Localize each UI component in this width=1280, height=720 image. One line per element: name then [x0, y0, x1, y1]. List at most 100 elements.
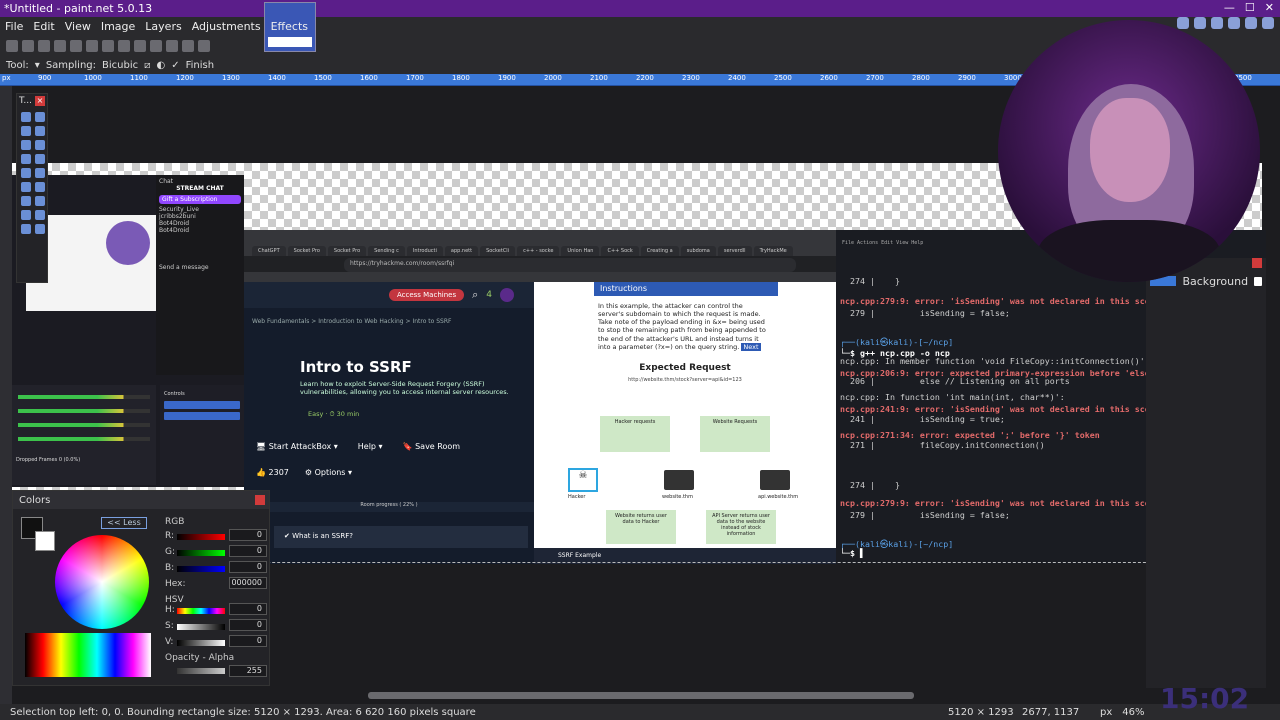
- green-value[interactable]: 0: [229, 545, 267, 557]
- browser-tab[interactable]: C++ Sock: [601, 246, 639, 256]
- gradient-icon[interactable]: [35, 168, 45, 178]
- hex-value[interactable]: 000000: [229, 577, 267, 589]
- color-picker-icon[interactable]: [35, 196, 45, 206]
- access-machines-button[interactable]: Access Machines: [388, 289, 465, 301]
- minimize-button[interactable]: —: [1224, 1, 1235, 14]
- ruler-icon[interactable]: [198, 40, 210, 52]
- hue-value[interactable]: 0: [229, 603, 267, 615]
- horizontal-scrollbar[interactable]: [368, 692, 914, 699]
- alpha-slider[interactable]: [177, 668, 225, 674]
- browser-tab[interactable]: TryHackMe: [753, 246, 793, 256]
- antialias-icon[interactable]: ⧄: [144, 60, 150, 71]
- help-icon[interactable]: [1262, 17, 1274, 29]
- likes-count[interactable]: 👍 2307: [256, 468, 289, 477]
- crop-icon[interactable]: [118, 40, 130, 52]
- magic-wand-icon[interactable]: [21, 154, 31, 164]
- browser-tab[interactable]: Introducti: [406, 246, 443, 256]
- saturation-value[interactable]: 0: [229, 619, 267, 631]
- gift-sub-button[interactable]: Gift a Subscription: [159, 195, 241, 204]
- layer-visibility-checkbox[interactable]: [1254, 276, 1262, 286]
- blend-mode-icon[interactable]: ◐: [157, 60, 166, 71]
- close-icon[interactable]: ×: [35, 96, 45, 106]
- text-icon[interactable]: [21, 224, 31, 234]
- settings-icon[interactable]: [1245, 17, 1257, 29]
- stop-recording-button[interactable]: [164, 412, 240, 420]
- paste-icon[interactable]: [102, 40, 114, 52]
- red-value[interactable]: 0: [229, 529, 267, 541]
- recolor-icon[interactable]: [35, 210, 45, 220]
- unit-selector[interactable]: px: [1100, 707, 1112, 718]
- blue-slider[interactable]: [177, 566, 225, 572]
- options-button[interactable]: ⚙ Options ▾: [305, 468, 352, 477]
- deselect-icon[interactable]: [134, 40, 146, 52]
- browser-tab[interactable]: serverdll: [717, 246, 752, 256]
- stop-streaming-button[interactable]: [164, 401, 240, 409]
- user-avatar[interactable]: [500, 288, 514, 302]
- close-button[interactable]: ✕: [1265, 1, 1274, 14]
- menu-layers[interactable]: Layers: [140, 20, 186, 33]
- zoom-icon[interactable]: [35, 140, 45, 150]
- menu-image[interactable]: Image: [96, 20, 140, 33]
- task-accordion[interactable]: ✔ What is an SSRF?: [274, 526, 528, 548]
- browser-tab[interactable]: Socket Pro: [327, 246, 367, 256]
- maximize-button[interactable]: ☐: [1245, 1, 1255, 14]
- browser-tab[interactable]: Sending c: [368, 246, 405, 256]
- save-icon[interactable]: [38, 40, 50, 52]
- green-slider[interactable]: [177, 550, 225, 556]
- print-icon[interactable]: [54, 40, 66, 52]
- pan-icon[interactable]: [35, 154, 45, 164]
- menu-file[interactable]: File: [0, 20, 28, 33]
- less-button[interactable]: << Less: [101, 517, 147, 529]
- paintbrush-icon[interactable]: [21, 182, 31, 192]
- browser-tab[interactable]: ChatGPT: [252, 246, 286, 256]
- menu-adjustments[interactable]: Adjustments: [187, 20, 266, 33]
- hue-slider[interactable]: [177, 608, 225, 614]
- colors-toggle-icon[interactable]: [1228, 17, 1240, 29]
- saturation-slider[interactable]: [177, 624, 225, 630]
- blue-value[interactable]: 0: [229, 561, 267, 573]
- zoom-level[interactable]: 46%: [1122, 707, 1144, 718]
- palette-swatches[interactable]: [25, 633, 151, 677]
- sampling-dropdown[interactable]: Bicubic: [102, 60, 138, 71]
- search-icon[interactable]: ⌕: [472, 288, 478, 302]
- tool-dropdown[interactable]: ▾: [35, 60, 40, 71]
- browser-tab[interactable]: Union Han: [561, 246, 600, 256]
- finish-button[interactable]: Finish: [186, 60, 214, 71]
- browser-tab[interactable]: Creating a: [640, 246, 679, 256]
- rectangle-select-icon[interactable]: [21, 112, 31, 122]
- tools-toggle-icon[interactable]: [1177, 17, 1189, 29]
- secondary-color-swatch[interactable]: [35, 531, 55, 551]
- browser-tab[interactable]: Socket Pro: [287, 246, 326, 256]
- history-toggle-icon[interactable]: [1194, 17, 1206, 29]
- open-icon[interactable]: [22, 40, 34, 52]
- menu-edit[interactable]: Edit: [28, 20, 59, 33]
- next-button[interactable]: Next: [741, 342, 761, 351]
- move-selected-icon[interactable]: [35, 112, 45, 122]
- copy-icon[interactable]: [86, 40, 98, 52]
- layers-toggle-icon[interactable]: [1211, 17, 1223, 29]
- save-room-button[interactable]: 🔖 Save Room: [403, 442, 460, 451]
- pencil-icon[interactable]: [21, 196, 31, 206]
- undo-icon[interactable]: [150, 40, 162, 52]
- alpha-value[interactable]: 255: [229, 665, 267, 677]
- red-slider[interactable]: [177, 534, 225, 540]
- lasso-select-icon[interactable]: [21, 126, 31, 136]
- browser-tab[interactable]: subdoma: [680, 246, 716, 256]
- close-icon[interactable]: [255, 495, 265, 505]
- close-icon[interactable]: [1252, 258, 1262, 268]
- address-bar[interactable]: https://tryhackme.com/room/ssrfqi: [344, 258, 796, 272]
- browser-tab[interactable]: c++ - socke: [517, 246, 560, 256]
- cut-icon[interactable]: [70, 40, 82, 52]
- ellipse-select-icon[interactable]: [21, 140, 31, 150]
- new-icon[interactable]: [6, 40, 18, 52]
- value-value[interactable]: 0: [229, 635, 267, 647]
- color-wheel[interactable]: [55, 535, 149, 629]
- start-attackbox-button[interactable]: 🖥 Start AttackBox ▾: [256, 442, 338, 451]
- menu-view[interactable]: View: [60, 20, 96, 33]
- paint-bucket-icon[interactable]: [21, 168, 31, 178]
- grid-icon[interactable]: [182, 40, 194, 52]
- redo-icon[interactable]: [166, 40, 178, 52]
- value-slider[interactable]: [177, 640, 225, 646]
- move-selection-icon[interactable]: [35, 126, 45, 136]
- eraser-icon[interactable]: [35, 182, 45, 192]
